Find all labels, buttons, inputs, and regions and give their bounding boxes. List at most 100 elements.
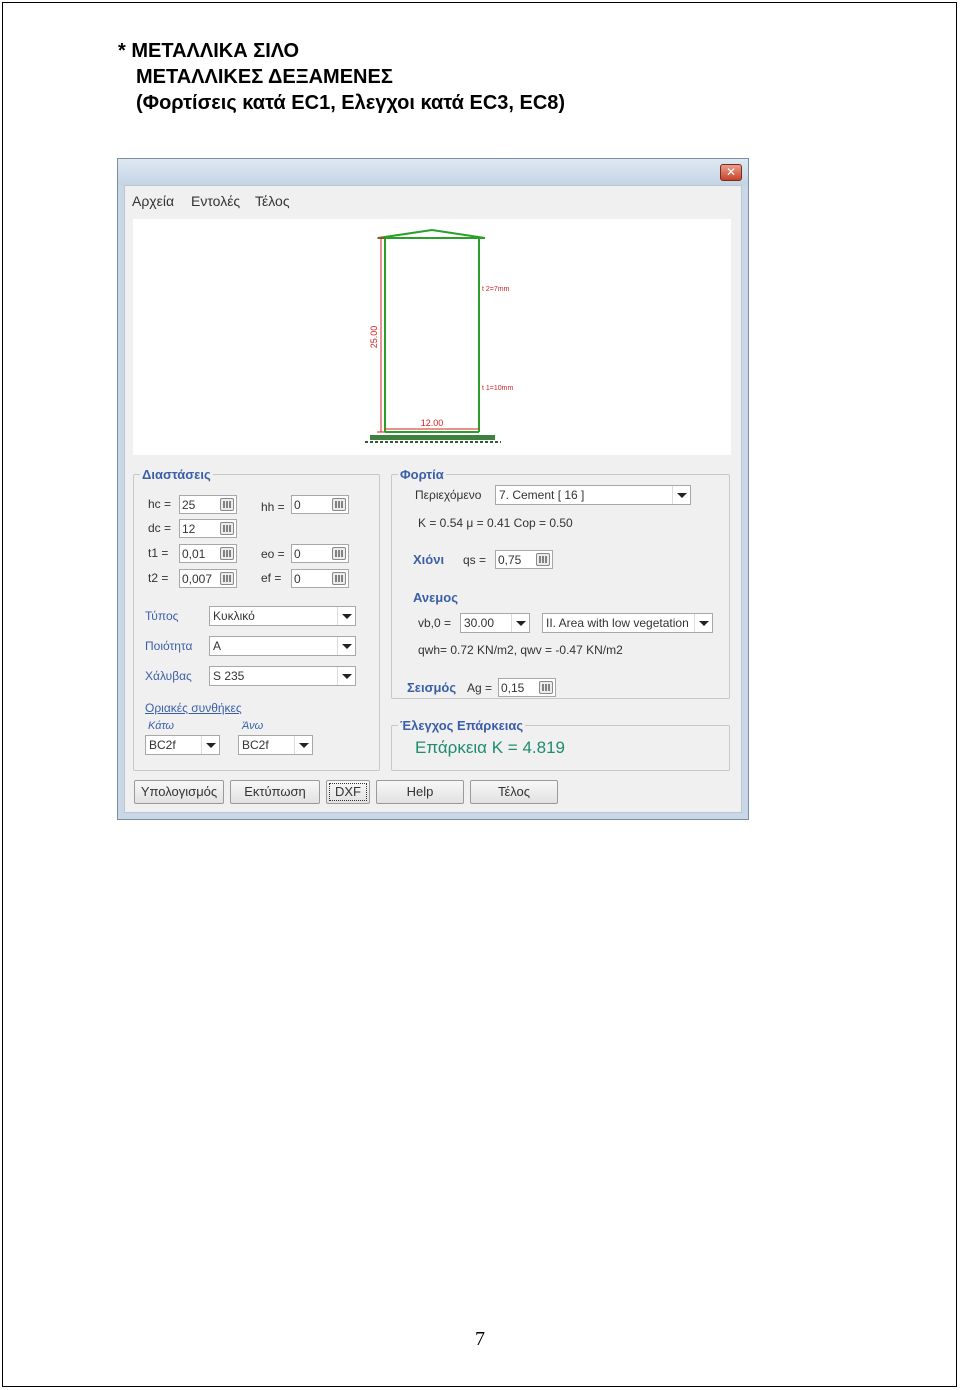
quality-value: A	[213, 639, 222, 653]
top-select[interactable]: BC2f	[238, 735, 313, 755]
ag-label: Ag =	[467, 681, 493, 695]
checks-title: Έλεγχος Επάρκειας	[398, 718, 526, 733]
vb-value: 30.00	[464, 616, 495, 630]
wind-label: Ανεμος	[413, 590, 458, 605]
dxf-button[interactable]: DXF	[326, 780, 370, 804]
type-label: Τύπος	[145, 609, 179, 623]
chevron-down-icon[interactable]	[294, 736, 312, 754]
chevron-down-icon[interactable]	[337, 667, 355, 685]
title-line-1: * ΜΕΤΑΛΛΙΚΑ ΣΙΛΟ	[118, 40, 300, 62]
hc-label: hc =	[148, 497, 172, 511]
loads-group: Φορτία Περιεχόμενο 7. Cement [ 16 ] K = …	[391, 467, 730, 699]
vb-label: vb,0 =	[418, 616, 452, 630]
content-select[interactable]: 7. Cement [ 16 ]	[495, 485, 691, 505]
qs-value: 0,75	[498, 553, 522, 567]
hc-value: 25	[182, 498, 196, 512]
bottom-select[interactable]: BC2f	[145, 735, 220, 755]
steel-select[interactable]: S 235	[209, 666, 356, 686]
dimensions-title: Διαστάσεις	[140, 467, 213, 482]
silo-coefficients: K = 0.54 μ = 0.41 Cop = 0.50	[418, 516, 573, 530]
checks-group: Έλεγχος Επάρκειας Επάρκεια K = 4.819	[391, 718, 730, 771]
t2-label: t2 =	[148, 571, 169, 585]
quality-label: Ποιότητα	[145, 639, 193, 653]
chevron-down-icon[interactable]	[337, 607, 355, 625]
chevron-down-icon[interactable]	[672, 486, 690, 504]
document-title: * ΜΕΤΑΛΛΙΚΑ ΣΙΛΟ ΜΕΤΑΛΛΙΚΕΣ ΔΕΞΑΜΕΝΕΣ (Φ…	[118, 38, 565, 116]
t1-label: t 1=10mm	[482, 385, 513, 392]
wind-result: qwh= 0.72 KN/m2, qwv = -0.47 KN/m2	[418, 643, 623, 657]
menu-bar: Αρχεία Εντολές Τέλος	[125, 186, 741, 216]
top-value: BC2f	[242, 738, 269, 752]
close-button[interactable]: ✕	[720, 164, 742, 181]
silo-drawing-svg: 25.00 12.00 t 2=7mm t 1=10mm	[365, 228, 513, 443]
t1-input[interactable]: 0,01	[179, 544, 237, 563]
qs-input[interactable]: 0,75	[495, 550, 553, 569]
close-icon: ✕	[725, 165, 737, 179]
page-number: 7	[475, 1328, 485, 1350]
t2-input[interactable]: 0,007	[179, 569, 237, 588]
loads-title: Φορτία	[398, 467, 446, 482]
ef-value: 0	[294, 572, 301, 586]
dc-input[interactable]: 12	[179, 519, 237, 538]
end-button[interactable]: Τέλος	[470, 780, 558, 804]
type-value: Κυκλικό	[213, 609, 255, 623]
calculator-icon[interactable]	[332, 498, 346, 511]
calculator-icon[interactable]	[536, 553, 550, 566]
title-line-3: (Φορτίσεις κατά EC1, Ελεγχοι κατά EC3, E…	[136, 92, 566, 114]
eo-input[interactable]: 0	[291, 544, 349, 563]
calculator-icon[interactable]	[220, 572, 234, 585]
calculate-button[interactable]: Υπολογισμός	[134, 780, 224, 804]
ef-input[interactable]: 0	[291, 569, 349, 588]
chevron-down-icon[interactable]	[694, 614, 712, 632]
chevron-down-icon[interactable]	[511, 614, 529, 632]
steel-value: S 235	[213, 669, 245, 683]
calculator-icon[interactable]	[332, 572, 346, 585]
silo-roof	[377, 228, 486, 239]
diameter-label: 12.00	[421, 418, 444, 428]
boundary-conditions-link[interactable]: Οριακές συνθήκες	[145, 701, 242, 715]
hh-input[interactable]: 0	[291, 495, 349, 514]
calculator-icon[interactable]	[332, 547, 346, 560]
vb-select[interactable]: 30.00	[460, 613, 530, 633]
type-select[interactable]: Κυκλικό	[209, 606, 356, 626]
height-label: 25.00	[369, 326, 379, 349]
calculator-icon[interactable]	[220, 522, 234, 535]
snow-label: Χιόνι	[413, 552, 445, 567]
dc-value: 12	[182, 522, 196, 536]
menu-file[interactable]: Αρχεία	[132, 193, 174, 209]
hh-label: hh =	[261, 500, 285, 514]
ag-value: 0,15	[501, 681, 525, 695]
terrain-select[interactable]: II. Area with low vegetation	[542, 613, 713, 633]
calculator-icon[interactable]	[539, 681, 553, 694]
seismic-label: Σεισμός	[407, 680, 457, 695]
window-client: Αρχεία Εντολές Τέλος 25.00 12.00 t 2=7mm	[124, 185, 742, 813]
menu-commands[interactable]: Εντολές	[191, 193, 240, 209]
t2-label: t 2=7mm	[482, 286, 510, 293]
bottom-value: BC2f	[149, 738, 176, 752]
top-label: Άνω	[242, 720, 264, 732]
title-bar[interactable]: ✕	[118, 159, 748, 185]
calculator-icon[interactable]	[220, 498, 234, 511]
qs-label: qs =	[463, 553, 487, 567]
t1-value: 0,01	[182, 547, 206, 561]
content-value: 7. Cement [ 16 ]	[499, 488, 585, 502]
ef-label: ef =	[261, 571, 282, 585]
chevron-down-icon[interactable]	[337, 637, 355, 655]
silo-drawing: 25.00 12.00 t 2=7mm t 1=10mm	[133, 219, 731, 455]
adequacy-result: Επάρκεια K = 4.819	[415, 738, 565, 757]
print-button[interactable]: Εκτύπωση	[230, 780, 320, 804]
silo-foundation	[370, 435, 495, 440]
bottom-label: Κάτω	[148, 720, 175, 732]
ag-input[interactable]: 0,15	[498, 678, 556, 697]
hh-value: 0	[294, 498, 301, 512]
content-label: Περιεχόμενο	[415, 488, 482, 502]
calculator-icon[interactable]	[220, 547, 234, 560]
quality-select[interactable]: A	[209, 636, 356, 656]
eo-label: eo =	[261, 547, 285, 561]
t1-label: t1 =	[148, 546, 169, 560]
menu-end[interactable]: Τέλος	[255, 193, 290, 209]
hc-input[interactable]: 25	[179, 495, 237, 514]
help-button[interactable]: Help	[376, 780, 464, 804]
chevron-down-icon[interactable]	[201, 736, 219, 754]
eo-value: 0	[294, 547, 301, 561]
